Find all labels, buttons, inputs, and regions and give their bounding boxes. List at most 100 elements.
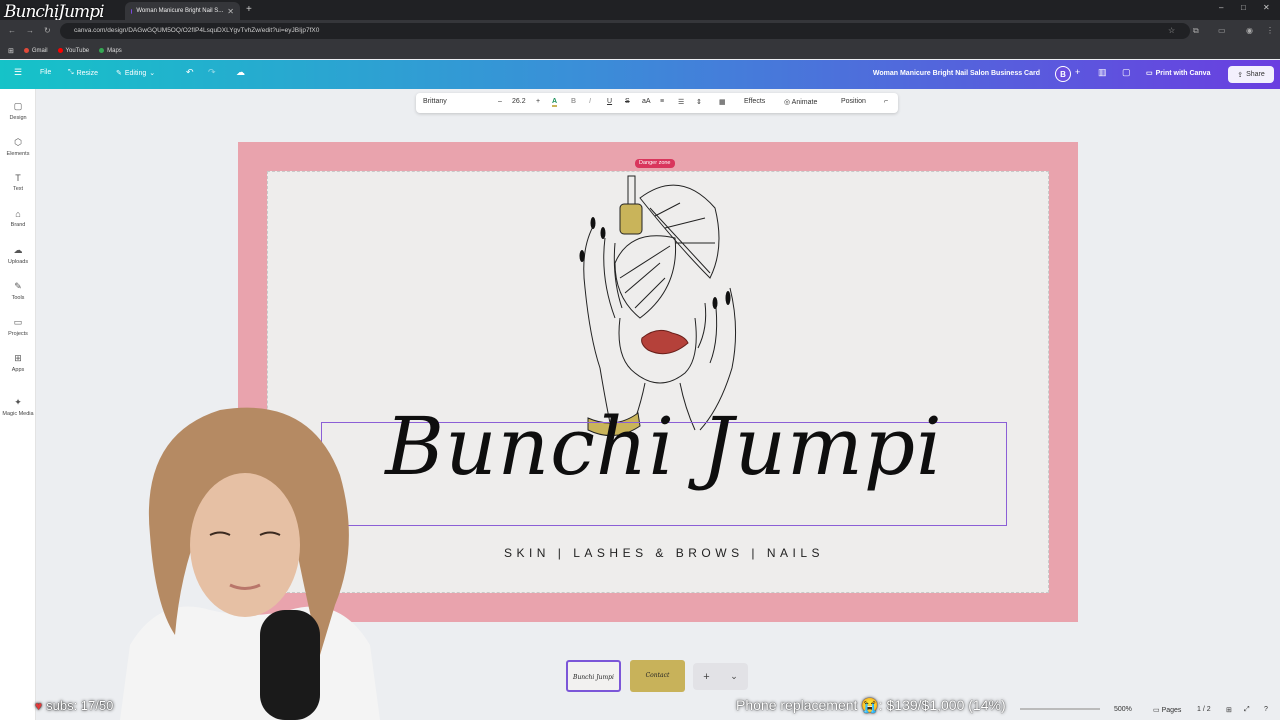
resize-button[interactable]: ⤡ Resize — [68, 69, 98, 77]
print-with-canva-button[interactable]: ▭ Print with Canva — [1146, 69, 1210, 78]
analytics-icon[interactable]: ▥ — [1098, 67, 1107, 78]
underline-button[interactable]: U — [607, 98, 612, 105]
undo-icon[interactable]: ↶ — [186, 67, 194, 78]
sidebar-item-text[interactable]: T Text — [0, 173, 36, 192]
page-count: 1 / 2 — [1197, 706, 1211, 713]
forward-icon[interactable]: → — [26, 26, 34, 35]
bottom-status-bar: 500% ▭ Pages 1 / 2 ⊞ ⤢ ? — [1080, 700, 1280, 720]
animate-icon: ◎ — [784, 99, 791, 106]
browser-tab-canva[interactable]: Woman Manicure Bright Nail S... ✕ — [125, 2, 240, 20]
sidebar-item-label: Design — [9, 115, 27, 121]
pages-icon: ▭ — [1153, 707, 1160, 714]
truck-icon: ▭ — [1146, 70, 1153, 77]
canva-favicon-icon — [131, 8, 133, 14]
effects-button[interactable]: Effects — [744, 98, 765, 105]
font-family-select[interactable]: Brittany — [423, 98, 447, 105]
apps-icon: ⊞ — [14, 353, 22, 363]
comment-icon[interactable]: ▢ — [1122, 67, 1131, 78]
sidebar-item-tools[interactable]: ✎ Tools — [0, 281, 36, 301]
menu-icon[interactable]: ☰ — [14, 67, 22, 78]
bookmark-label: Maps — [107, 47, 122, 54]
heart-icon: ♥ — [35, 698, 43, 713]
letter-case-button[interactable]: aA — [642, 98, 651, 105]
cast-icon[interactable]: ▭ — [1218, 26, 1226, 35]
bookmark-maps[interactable]: Maps — [99, 48, 122, 54]
minimize-button[interactable]: – — [1219, 3, 1223, 12]
position-button[interactable]: Position — [841, 98, 866, 105]
address-bar-row: ← → ↻ canva.com/design/DAGwGQUM5OQ/O2fIP… — [0, 20, 1280, 42]
bookmark-star-icon[interactable]: ☆ — [1168, 26, 1175, 35]
redo-icon[interactable]: ↷ — [208, 67, 216, 78]
sidebar-item-label: Brand — [10, 222, 26, 228]
add-page-icon: + — [703, 670, 710, 683]
text-toolbar: Brittany – 26.2 + A B I U S aA ≡ ☰ ⇕ ▦ E… — [416, 93, 898, 113]
animate-button[interactable]: ◎ Animate — [784, 98, 817, 106]
close-window-button[interactable]: ✕ — [1263, 3, 1270, 12]
back-icon[interactable]: ← — [8, 26, 16, 35]
decrease-font-size-button[interactable]: – — [498, 98, 502, 105]
reload-icon[interactable]: ↻ — [44, 26, 51, 35]
projects-icon: ▭ — [13, 317, 23, 327]
page-thumbnail-2[interactable]: Contact — [630, 660, 685, 692]
editing-label: Editing — [124, 69, 147, 77]
document-title[interactable]: Woman Manicure Bright Nail Salon Busines… — [873, 70, 1040, 77]
fullscreen-icon[interactable]: ⤢ — [1244, 706, 1250, 714]
italic-button[interactable]: I — [589, 98, 591, 105]
sidebar-item-brand[interactable]: ⌂ Brand — [0, 209, 36, 228]
browser-menu-icon[interactable]: ⋮ — [1266, 26, 1274, 35]
align-icon[interactable]: ≡ — [660, 98, 664, 105]
new-tab-button[interactable]: + — [246, 4, 252, 15]
share-button[interactable]: ⇪ Share — [1228, 66, 1274, 83]
canva-topbar: ☰ File ⤡ Resize ✎ Editing ⌄ ↶ ↷ ☁ Woman Man… — [0, 60, 1280, 89]
services-tagline[interactable]: SKIN | LASHES & BROWS | NAILS — [321, 546, 1007, 560]
bookmark-youtube[interactable]: YouTube — [57, 48, 89, 54]
subs-goal-text: subs: 17/50 — [46, 698, 114, 713]
brand-name-text[interactable]: Bunchi Jumpi — [321, 400, 1007, 493]
sidebar-item-uploads[interactable]: ☁ Uploads — [0, 245, 36, 265]
copy-style-icon[interactable]: ⌐ — [884, 98, 888, 105]
transparency-icon[interactable]: ▦ — [719, 98, 726, 106]
pencil-icon: ✎ — [116, 70, 122, 77]
sidebar-item-elements[interactable]: ⬡ Elements — [0, 137, 36, 157]
cloud-saved-icon[interactable]: ☁ — [236, 67, 245, 78]
file-menu[interactable]: File — [40, 69, 51, 76]
add-collaborator-icon[interactable]: + — [1075, 67, 1080, 77]
text-color-button[interactable]: A — [552, 98, 558, 107]
zoom-level[interactable]: 500% — [1114, 706, 1132, 713]
stream-overlay-logo: BunchiJumpi — [4, 2, 104, 22]
help-icon[interactable]: ? — [1264, 706, 1268, 713]
grid-view-icon[interactable]: ⊞ — [1226, 706, 1232, 714]
sidebar-item-design[interactable]: ▢ Design — [0, 101, 36, 121]
editing-mode-button[interactable]: ✎ Editing ⌄ — [116, 69, 155, 78]
brand-icon: ⌂ — [15, 209, 21, 219]
user-avatar[interactable]: B — [1055, 66, 1071, 82]
sidebar-item-magic-media[interactable]: ✦ Magic Media — [0, 397, 36, 417]
strikethrough-button[interactable]: S — [625, 98, 630, 105]
apps-grid-icon[interactable]: ⊞ — [8, 47, 14, 55]
woman-manicure-illustration[interactable] — [560, 168, 760, 438]
close-tab-icon[interactable]: ✕ — [227, 7, 234, 16]
list-icon[interactable]: ☰ — [678, 98, 684, 106]
font-size-input[interactable]: 26.2 — [512, 98, 526, 105]
increase-font-size-button[interactable]: + — [536, 98, 540, 105]
extensions-icon[interactable]: ⧉ — [1193, 26, 1199, 36]
page-thumbnail-1[interactable]: Bunchi Jumpi — [566, 660, 621, 692]
left-sidebar: ▢ Design ⬡ Elements T Text ⌂ Brand ☁ Uploads … — [0, 89, 36, 720]
add-page-button[interactable]: + ⌄ — [693, 663, 748, 690]
bookmark-gmail[interactable]: Gmail — [23, 47, 48, 54]
url-field[interactable]: canva.com/design/DAGwGQUM5OQ/O2fIP4LsquD… — [60, 23, 1190, 39]
sidebar-item-apps[interactable]: ⊞ Apps — [0, 353, 36, 373]
chevron-down-icon[interactable]: ⌄ — [730, 671, 738, 682]
maximize-button[interactable]: □ — [1241, 3, 1246, 12]
bold-button[interactable]: B — [571, 98, 576, 105]
sidebar-item-label: Elements — [6, 151, 30, 157]
danger-zone-badge: Danger zone — [635, 159, 675, 168]
sidebar-item-projects[interactable]: ▭ Projects — [0, 317, 36, 337]
spacing-icon[interactable]: ⇕ — [696, 98, 702, 106]
bookmark-label: Gmail — [31, 47, 48, 54]
sidebar-item-label: Magic Media — [2, 411, 34, 417]
sidebar-item-label: Tools — [11, 295, 25, 301]
pages-button[interactable]: ▭ Pages — [1153, 706, 1181, 714]
sidebar-item-label: Projects — [8, 331, 28, 337]
profile-icon[interactable]: ◉ — [1246, 26, 1253, 35]
